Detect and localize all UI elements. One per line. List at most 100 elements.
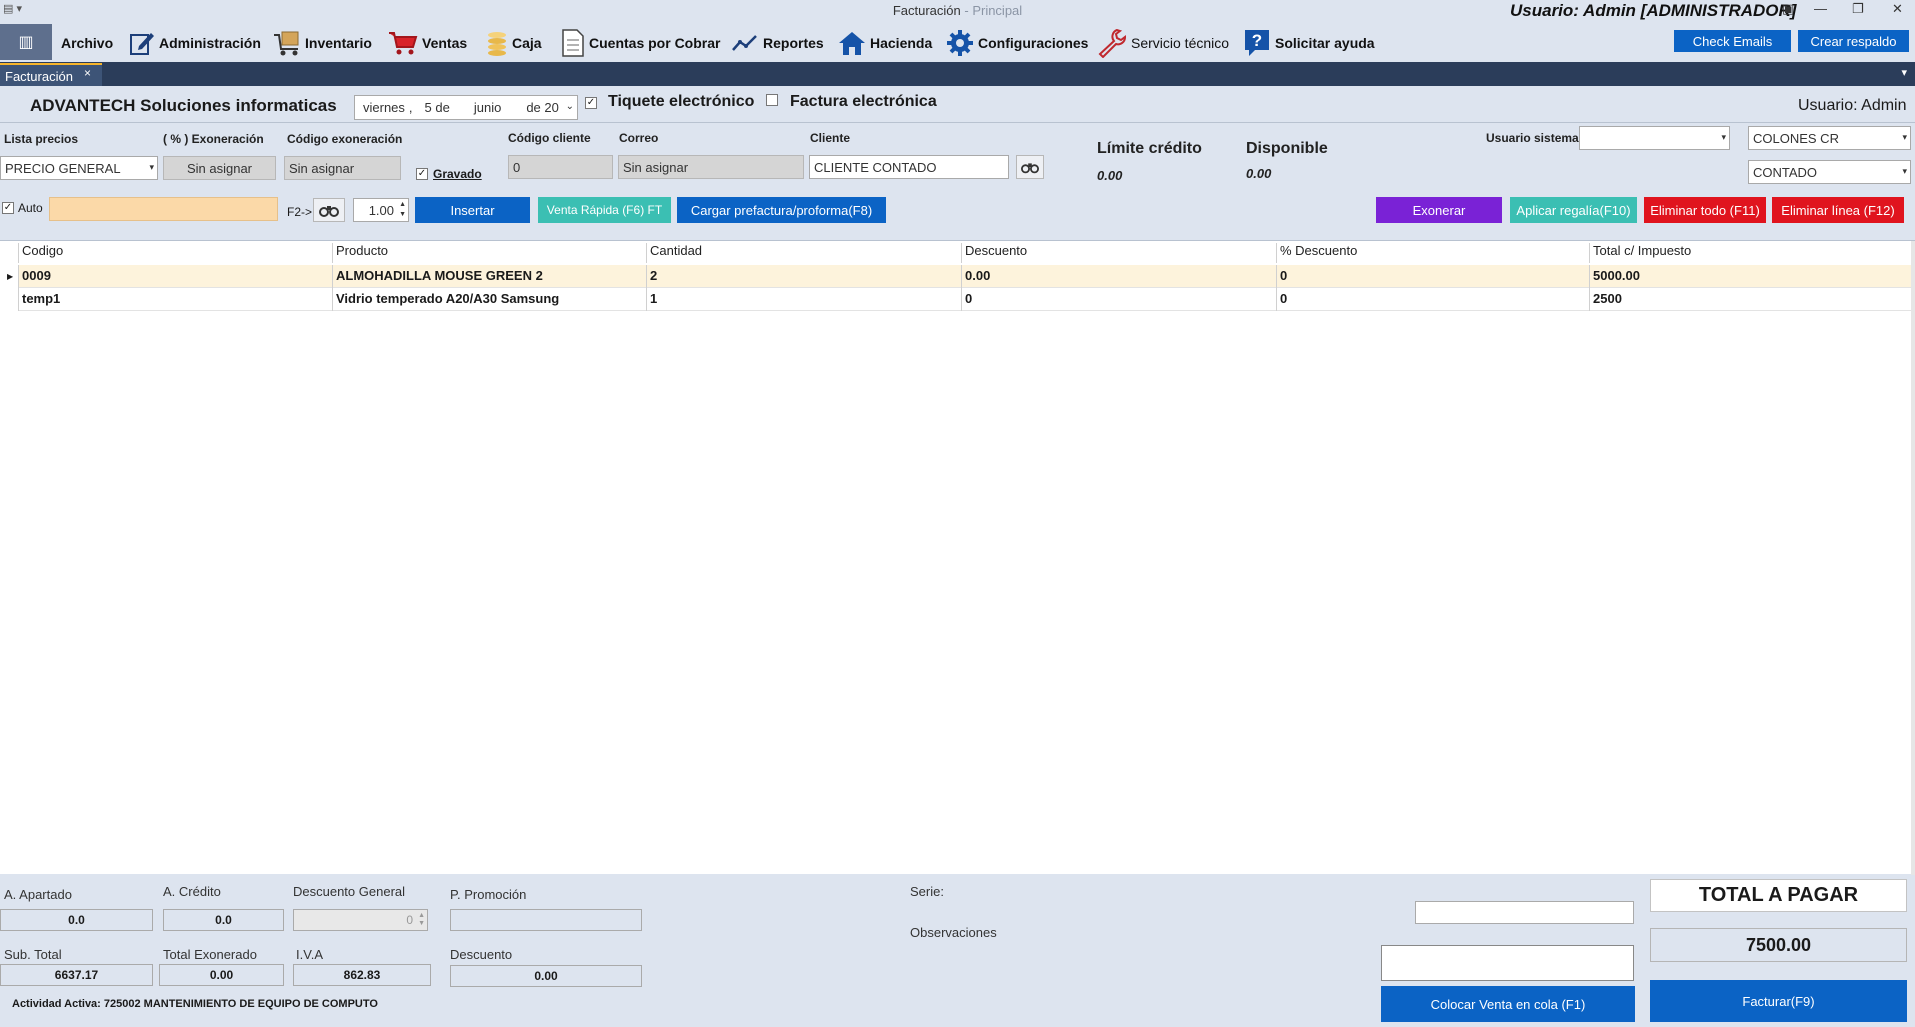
- menu-servicio-tecnico[interactable]: Servicio técnico: [1097, 26, 1229, 60]
- client-field[interactable]: CLIENTE CONTADO: [809, 155, 1009, 179]
- maximize-icon[interactable]: ❐: [1852, 1, 1864, 17]
- price-list-label: Lista precios: [4, 132, 79, 146]
- factura-label: Factura electrónica: [790, 93, 937, 110]
- date-separator: ,: [408, 100, 413, 115]
- search-product-button[interactable]: [313, 198, 345, 222]
- subtotal-value: 6637.17: [0, 964, 153, 986]
- promotion-field[interactable]: [450, 909, 642, 931]
- company-name: ADVANTECH Soluciones informaticas: [30, 96, 337, 115]
- menu-solicitar-ayuda[interactable]: ? Solicitar ayuda: [1243, 26, 1375, 60]
- menu-hacienda[interactable]: Hacienda: [838, 26, 932, 60]
- column-header[interactable]: Total c/ Impuesto: [1589, 243, 1911, 263]
- table-row[interactable]: temp1 Vidrio temperado A20/A30 Samsung 1…: [18, 288, 1911, 311]
- product-search-input[interactable]: [49, 197, 278, 221]
- quick-sale-button[interactable]: Venta Rápida (F6) FT: [538, 197, 671, 223]
- cell-code[interactable]: 0009: [18, 265, 332, 288]
- cell-discount[interactable]: 0.00: [961, 265, 1276, 288]
- minimize-icon[interactable]: —: [1814, 1, 1827, 16]
- active-activity-label: Actividad Activa: 725002 MANTENIMIENTO D…: [12, 998, 378, 1010]
- table-row[interactable]: 0009 ALMOHADILLA MOUSE GREEN 2 2 0.00 0 …: [18, 265, 1911, 288]
- cell-code[interactable]: temp1: [18, 288, 332, 311]
- close-tab-icon[interactable]: ×: [84, 66, 91, 80]
- cell-product[interactable]: ALMOHADILLA MOUSE GREEN 2: [332, 265, 646, 288]
- menu-reportes[interactable]: Reportes: [731, 26, 824, 60]
- edit-icon: [130, 33, 154, 55]
- cell-total[interactable]: 2500: [1589, 288, 1911, 311]
- client-code-field[interactable]: 0: [508, 155, 613, 179]
- exonerate-button[interactable]: Exonerar: [1376, 197, 1502, 223]
- price-list-select[interactable]: PRECIO GENERAL ▾: [0, 156, 158, 180]
- cell-discount-pct[interactable]: 0: [1276, 288, 1589, 311]
- stepper-arrows-icon[interactable]: ▲ ▼: [399, 200, 406, 220]
- email-field[interactable]: Sin asignar: [618, 155, 804, 179]
- vertical-scrollbar[interactable]: [1911, 241, 1915, 875]
- factura-checkbox[interactable]: [766, 94, 778, 106]
- menu-archivo[interactable]: Archivo: [61, 26, 113, 60]
- payment-method-select[interactable]: CONTADO ▾: [1748, 160, 1911, 184]
- invoice-button[interactable]: Facturar(F9): [1650, 980, 1907, 1022]
- menu-ventas[interactable]: Ventas: [388, 26, 467, 60]
- general-discount-stepper[interactable]: 0 ▲ ▼: [293, 909, 428, 931]
- menu-caja[interactable]: Caja: [486, 26, 542, 60]
- cell-total[interactable]: 5000.00: [1589, 265, 1911, 288]
- gravado-checkbox[interactable]: ✓: [416, 168, 428, 180]
- chevron-down-icon: ⌄: [565, 101, 574, 112]
- current-user-label: Usuario: Admin [ADMINISTRADOR]: [1510, 1, 1797, 20]
- column-header[interactable]: Descuento: [961, 243, 1276, 263]
- menu-inventario[interactable]: Inventario: [273, 26, 372, 60]
- exoneration-code-field[interactable]: Sin asignar: [284, 156, 401, 180]
- system-user-select[interactable]: ▾: [1579, 126, 1730, 150]
- delete-all-button[interactable]: Eliminar todo (F11): [1644, 197, 1766, 223]
- stepper-arrows-icon[interactable]: ▲ ▼: [418, 912, 425, 928]
- cell-product[interactable]: Vidrio temperado A20/A30 Samsung: [332, 288, 646, 311]
- cell-discount-pct[interactable]: 0: [1276, 265, 1589, 288]
- serie-input[interactable]: [1415, 901, 1634, 924]
- close-window-icon[interactable]: ✕: [1892, 1, 1903, 17]
- iva-label: I.V.A: [296, 947, 323, 962]
- cell-discount[interactable]: 0: [961, 288, 1276, 311]
- menu-label: Servicio técnico: [1131, 35, 1230, 51]
- currency-select[interactable]: COLONES CR ▾: [1748, 126, 1911, 150]
- cell-quantity[interactable]: 2: [646, 265, 961, 288]
- exoneration-pct-label: ( % ) Exoneración: [163, 132, 264, 146]
- apply-gift-button[interactable]: Aplicar regalía(F10): [1510, 197, 1637, 223]
- menu-cuentas-por-cobrar[interactable]: Cuentas por Cobrar: [561, 26, 720, 60]
- create-backup-button[interactable]: Crear respaldo: [1798, 30, 1909, 52]
- queue-sale-button[interactable]: Colocar Venta en cola (F1): [1381, 986, 1635, 1022]
- check-emails-button[interactable]: Check Emails: [1674, 30, 1791, 52]
- date-month: junio: [473, 100, 502, 115]
- cell-quantity[interactable]: 1: [646, 288, 961, 311]
- app-menu-button[interactable]: ▥: [0, 24, 52, 60]
- restore-ribbon-icon[interactable]: ▣: [1782, 1, 1794, 17]
- iva-value: 862.83: [293, 964, 431, 986]
- menu-label: Cuentas por Cobrar: [589, 35, 721, 51]
- apartado-value: 0.0: [0, 909, 153, 931]
- tab-label: Facturación: [5, 69, 73, 84]
- menu-configuraciones[interactable]: Configuraciones: [946, 26, 1088, 60]
- delete-line-button[interactable]: Eliminar línea (F12): [1772, 197, 1904, 223]
- divider: [0, 122, 1915, 123]
- menu-label: Solicitar ayuda: [1275, 35, 1375, 51]
- price-list-value: PRECIO GENERAL: [5, 160, 121, 176]
- tabs-dropdown-icon[interactable]: ▾: [1901, 66, 1907, 79]
- column-header[interactable]: Codigo: [18, 243, 332, 263]
- quantity-stepper[interactable]: 1.00 ▲ ▼: [353, 198, 409, 222]
- shopping-cart-icon: [389, 32, 418, 55]
- insert-button[interactable]: Insertar: [415, 197, 530, 223]
- window-titlebar: ▤ ▾ Facturación - Principal Usuario: Adm…: [0, 0, 1915, 22]
- client-code-label: Código cliente: [508, 131, 591, 145]
- column-header[interactable]: Cantidad: [646, 243, 961, 263]
- column-header[interactable]: % Descuento: [1276, 243, 1589, 263]
- column-header[interactable]: Producto: [332, 243, 646, 263]
- observations-input[interactable]: [1381, 945, 1634, 981]
- exoneration-pct-field[interactable]: Sin asignar: [163, 156, 276, 180]
- invoice-date-picker[interactable]: viernes , 5 de junio de 20 ⌄: [354, 95, 578, 120]
- menu-administracion[interactable]: Administración: [129, 26, 261, 60]
- search-client-button[interactable]: [1016, 155, 1044, 179]
- auto-checkbox[interactable]: ✓: [2, 202, 14, 214]
- load-proforma-button[interactable]: Cargar prefactura/proforma(F8): [677, 197, 886, 223]
- tiquete-checkbox[interactable]: ✓: [585, 97, 597, 109]
- binoculars-icon: [319, 206, 339, 217]
- discount-label: Descuento: [450, 947, 513, 962]
- currency-value: COLONES CR: [1753, 130, 1839, 146]
